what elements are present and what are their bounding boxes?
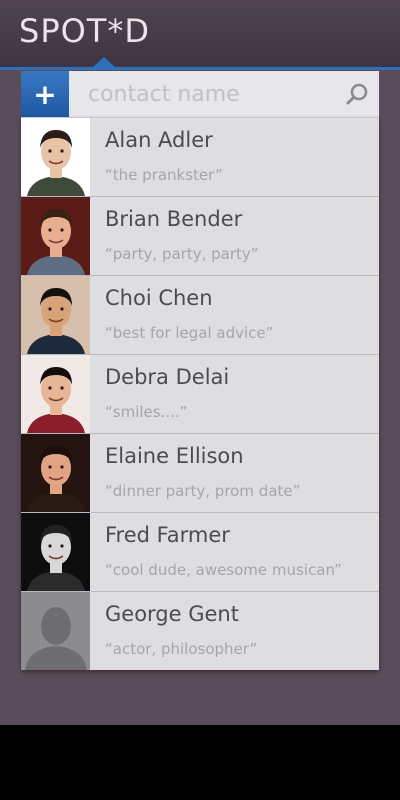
contact-name: Fred Farmer [105,523,230,547]
contact-name: Choi Chen [105,286,213,310]
avatar [21,434,90,512]
contact-name: Debra Delai [105,365,230,389]
avatar [21,276,90,354]
header-accent-line [0,67,400,70]
contact-row[interactable]: Alan Adler “the prankster” [21,117,379,196]
avatar [21,513,90,591]
contact-note: “dinner party, prom date” [105,482,301,500]
add-contact-button[interactable]: + [21,71,69,117]
avatar [21,118,90,196]
search-box [69,71,379,117]
contact-row[interactable]: Fred Farmer “cool dude, awesome musican” [21,512,379,591]
app-header: SPOT*D [0,0,400,70]
search-icon[interactable] [345,82,369,106]
search-input[interactable] [69,71,348,117]
contact-name: George Gent [105,602,239,626]
contact-name: Brian Bender [105,207,243,231]
placeholder-avatar-icon [21,592,90,670]
contact-note: “actor, philosopher” [105,640,258,658]
contact-name: Alan Adler [105,128,213,152]
contact-note: “smiles....” [105,403,188,421]
contact-note: “best for legal advice” [105,324,274,342]
contact-name: Elaine Ellison [105,444,244,468]
app-title: SPOT*D [19,12,150,50]
contact-row[interactable]: Debra Delai “smiles....” [21,354,379,433]
avatar [21,355,90,433]
contact-note: “party, party, party” [105,245,259,263]
app-screen: SPOT*D + Alan Adler “the prankster” [0,0,400,725]
contact-row[interactable]: George Gent “actor, philosopher” [21,591,379,670]
avatar [21,197,90,275]
search-row: + [21,71,379,117]
contact-row[interactable]: Elaine Ellison “dinner party, prom date” [21,433,379,512]
contact-note: “cool dude, awesome musican” [105,561,342,579]
header-notch [93,57,115,67]
contact-note: “the prankster” [105,166,223,184]
bottom-bezel [0,725,400,800]
contact-list: Alan Adler “the prankster” Brian Bender “p… [21,117,379,670]
contact-row[interactable]: Choi Chen “best for legal advice” [21,275,379,354]
contact-row[interactable]: Brian Bender “party, party, party” [21,196,379,275]
